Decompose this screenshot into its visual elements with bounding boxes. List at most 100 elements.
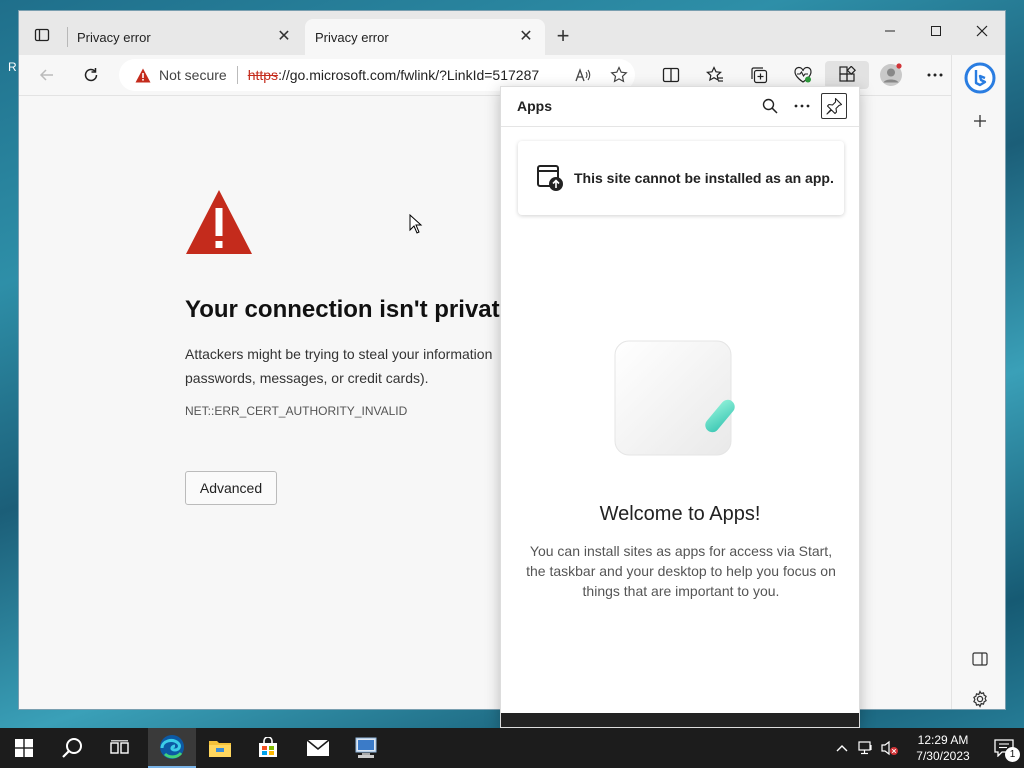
file-explorer-button[interactable] [196,728,244,768]
divider [236,66,238,84]
favorite-button[interactable] [607,63,631,87]
welcome-description: You can install sites as apps for access… [526,543,836,599]
close-window-button[interactable] [959,11,1005,51]
more-icon [794,104,810,108]
cannot-install-notice: This site cannot be installed as an app. [518,141,844,215]
maximize-button[interactable] [913,11,959,51]
apps-illustration-icon [614,340,735,456]
address-bar-icons [565,63,631,87]
hide-sidebar-button[interactable] [966,645,994,673]
volume-button[interactable] [878,728,902,768]
apps-button[interactable] [825,61,869,89]
refresh-icon [84,68,98,82]
clock[interactable]: 12:29 AM 7/30/2023 [908,732,978,764]
folder-icon [209,741,231,757]
computer-network-icon [355,737,377,758]
apps-panel-title: Apps [517,98,552,114]
security-indicator[interactable]: Not secure [119,67,227,83]
read-aloud-icon [575,68,591,82]
search-button[interactable] [48,728,96,768]
pin-icon [826,97,843,115]
apps-panel-header: Apps [501,87,859,127]
volume-muted-icon [881,740,898,756]
network-app-button[interactable] [342,728,390,768]
url-scheme: https [247,67,279,83]
profile-button[interactable] [869,61,913,89]
windows-logo-icon [15,739,33,757]
task-view-button[interactable] [96,728,144,768]
tab-label: Privacy error [315,29,389,45]
bing-icon [964,62,996,94]
close-icon [976,25,988,37]
error-code: NET::ERR_CERT_AUTHORITY_INVALID [185,404,408,418]
edge-sidebar [951,55,1005,709]
sidebar-panel-icon [972,652,988,666]
avatar-icon [880,63,902,86]
back-button[interactable] [33,61,61,89]
apps-icon [839,66,856,82]
url-rest: ://go.microsoft.com/fwlink/?LinkId=51728… [278,67,540,83]
tab-privacy-error-2[interactable]: Privacy error ✕ [305,19,545,55]
new-tab-button[interactable]: + [551,25,575,49]
start-button[interactable] [0,728,48,768]
search-icon [762,98,778,114]
tab-actions-button[interactable] [27,21,57,49]
favorites-button[interactable] [693,61,737,89]
notifications-button[interactable]: 1 [984,728,1024,768]
close-icon[interactable]: ✕ [517,28,535,46]
network-button[interactable] [854,728,878,768]
collections-button[interactable] [737,61,781,89]
network-icon [858,741,872,755]
store-button[interactable] [244,728,292,768]
tab-actions-icon [34,28,50,42]
apps-header-actions [757,93,847,119]
close-icon[interactable]: ✕ [275,28,293,46]
notification-count-badge: 1 [1005,747,1020,762]
tab-strip: Privacy error ✕ Privacy error ✕ + [19,11,1005,55]
clock-time: 12:29 AM [917,733,969,747]
desktop-edge-text: R [8,60,17,74]
warning-icon [186,190,252,254]
welcome-title: Welcome to Apps! [599,503,761,525]
install-app-icon [537,165,563,191]
refresh-button[interactable] [77,61,105,89]
error-description-line-2: passwords, messages, or credit cards). [185,370,429,386]
not-secure-label: Not secure [159,67,227,83]
store-icon [259,737,277,757]
toolbar-icons [649,61,957,89]
window-controls [867,11,1005,51]
split-screen-icon [662,67,680,83]
add-sidebar-item-button[interactable] [966,107,994,135]
star-icon [610,66,628,83]
chevron-up-icon [836,745,848,752]
plus-icon [974,115,986,127]
clock-date: 7/30/2023 [916,749,970,763]
mail-icon [306,739,330,756]
url-text[interactable]: https://go.microsoft.com/fwlink/?LinkId=… [248,67,539,83]
sidebar-settings-button[interactable] [966,685,994,709]
read-aloud-button[interactable] [571,63,595,87]
mail-button[interactable] [294,728,342,768]
heart-pulse-icon [794,66,812,83]
minimize-button[interactable] [867,11,913,51]
tab-privacy-error-1[interactable]: Privacy error ✕ [67,19,303,55]
task-view-icon [110,740,129,754]
show-hidden-icons-button[interactable] [830,728,854,768]
more-icon [927,73,943,77]
bing-chat-button[interactable] [963,61,997,95]
apps-panel-footer [501,713,859,727]
apps-search-button[interactable] [757,93,783,119]
mouse-cursor-icon [409,214,423,234]
pin-panel-button[interactable] [821,93,847,119]
edge-icon [160,735,184,759]
maximize-icon [931,26,941,36]
search-icon [62,738,82,758]
gear-icon [973,690,987,708]
browser-essentials-button[interactable] [781,61,825,89]
advanced-button[interactable]: Advanced [185,471,277,505]
apps-more-button[interactable] [789,93,815,119]
apps-panel: Apps This site cannot be installed as an… [500,86,860,728]
edge-taskbar-button[interactable] [148,728,196,768]
split-screen-button[interactable] [649,61,693,89]
favorites-icon [706,66,723,82]
